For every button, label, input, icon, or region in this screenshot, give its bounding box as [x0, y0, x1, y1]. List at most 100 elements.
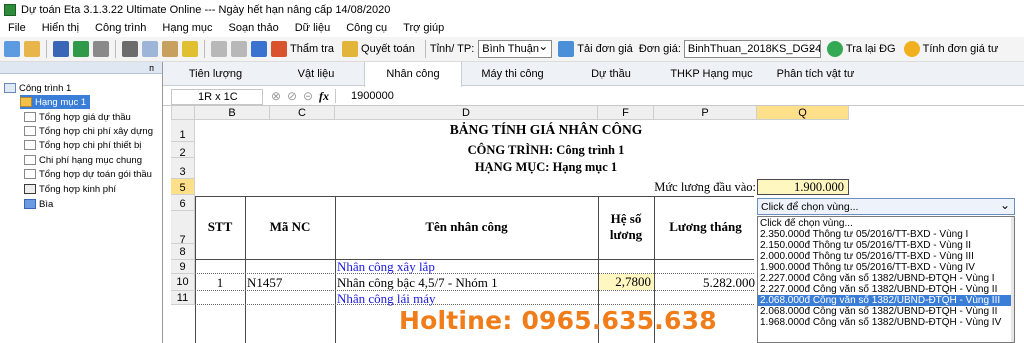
- paste-icon[interactable]: [162, 41, 178, 57]
- menu-data[interactable]: Dữ liệu: [295, 22, 331, 34]
- sum-icon[interactable]: ⊝: [303, 89, 313, 103]
- tree-item-chi-phi-thiet-bi[interactable]: Tổng hợp chi phí thiết bị: [24, 138, 141, 152]
- format-brush-icon[interactable]: [182, 41, 198, 57]
- row-header-9[interactable]: 9: [171, 260, 195, 274]
- row-header-6[interactable]: 6: [171, 195, 195, 211]
- menu-item-category[interactable]: Hạng mục: [162, 22, 212, 34]
- tree-item-du-toan-goi-thau[interactable]: Tổng hợp dự toán gói thầu: [24, 167, 152, 181]
- open-folder-icon[interactable]: [24, 41, 40, 57]
- undo-icon[interactable]: [211, 41, 227, 57]
- tab-vat-lieu[interactable]: Vật liệu: [268, 62, 364, 86]
- chevron-down-icon[interactable]: ⌄: [1000, 198, 1010, 212]
- row10-he-so[interactable]: 2,7800: [599, 274, 654, 290]
- redo-icon[interactable]: [231, 41, 247, 57]
- menu-view[interactable]: Hiển thị: [42, 22, 79, 34]
- row-header-1[interactable]: 1: [171, 120, 195, 142]
- row-header-8[interactable]: 8: [171, 244, 195, 260]
- tai-don-gia-button[interactable]: Tải đơn giá: [556, 41, 633, 57]
- table-header-bottom-border: [195, 259, 754, 260]
- print-icon[interactable]: [93, 41, 109, 57]
- toolbar-separator: [424, 40, 426, 58]
- region-option[interactable]: 1.968.000đ Công văn số 1382/UBND-ĐTQH - …: [758, 317, 1014, 328]
- column-header-f[interactable]: F: [598, 106, 654, 120]
- tree-item-kinh-phi[interactable]: Tổng hợp kinh phí: [24, 182, 116, 196]
- confirm-icon[interactable]: ⊘: [287, 89, 297, 103]
- wage-input-cell[interactable]: 1.900.000: [757, 179, 849, 195]
- menu-file[interactable]: File: [8, 22, 26, 34]
- row-header-5[interactable]: 5: [171, 179, 195, 195]
- wage-region-combobox[interactable]: Click để chọn vùng... ⌄: [757, 198, 1015, 215]
- row-header-3[interactable]: 3: [171, 158, 195, 179]
- column-header-d[interactable]: D: [335, 106, 598, 120]
- window-title: Dự toán Eta 3.1.3.22 Ultimate Online ---…: [21, 3, 391, 16]
- cancel-icon[interactable]: ⊗: [271, 89, 281, 103]
- province-select[interactable]: Bình Thuận: [478, 40, 553, 58]
- tree-item-label: Chi phí hạng mục chung: [39, 154, 142, 166]
- row-header-10[interactable]: 10: [171, 274, 195, 291]
- tree-item-gia-du-thau[interactable]: Tổng hợp giá dự thầu: [24, 110, 131, 124]
- tab-thkp-hang-muc[interactable]: THKP Hạng mục: [659, 62, 764, 86]
- tree-item-chi-phi-xay-dung[interactable]: Tổng hợp chi phí xây dựng: [24, 124, 153, 138]
- toolbar-separator: [115, 40, 116, 58]
- column-header-p[interactable]: P: [654, 106, 757, 120]
- tree-item-label: Công trình 1: [19, 82, 72, 94]
- tab-phan-tich-vat-tu[interactable]: Phân tích vật tư: [764, 62, 867, 86]
- sheet-icon: [24, 155, 36, 165]
- region-option[interactable]: 2.068.000đ Công văn số 1382/UBND-ĐTQH - …: [758, 306, 1014, 317]
- tra-lai-dg-button[interactable]: Tra lại ĐG: [825, 41, 896, 57]
- fx-icon: fx: [319, 89, 329, 103]
- copy-icon[interactable]: [142, 41, 158, 57]
- region-option[interactable]: 2.227.000đ Công văn số 1382/UBND-ĐTQH - …: [758, 273, 1014, 284]
- title-bar: Dự toán Eta 3.1.3.22 Ultimate Online ---…: [0, 0, 1024, 19]
- region-option[interactable]: 2.000.000đ Thông tư 05/2016/TT-BXD - Vùn…: [758, 251, 1014, 262]
- tree-item-label: Tổng hợp kinh phí: [39, 183, 117, 195]
- save-icon[interactable]: [53, 41, 69, 57]
- province-label: Tỉnh/ TP:: [429, 43, 475, 55]
- tab-nhan-cong[interactable]: Nhân công: [364, 62, 462, 87]
- corner-cell[interactable]: [171, 106, 195, 120]
- menu-project[interactable]: Công trình: [95, 22, 146, 34]
- quyet-toan-button[interactable]: Quyết toán: [340, 41, 415, 57]
- cut-icon[interactable]: [122, 41, 138, 57]
- table-top-border: [195, 196, 754, 197]
- forward-icon[interactable]: [251, 41, 267, 57]
- table-row-divider: [195, 273, 754, 274]
- region-option-selected[interactable]: 2.068.000đ Công văn số 1382/UBND-ĐTQH - …: [758, 295, 1014, 306]
- menu-help[interactable]: Trợ giúp: [403, 22, 444, 34]
- wage-region-list[interactable]: Click để chọn vùng... 2.350.000đ Thông t…: [757, 216, 1015, 343]
- group-row-lai-may: Nhân công lái máy: [337, 291, 436, 306]
- tree-item-chi-phi-hang-muc-chung[interactable]: Chi phí hạng mục chung: [24, 153, 142, 167]
- column-header-q[interactable]: Q: [757, 106, 849, 120]
- column-header-c[interactable]: C: [270, 106, 335, 120]
- tree-item-label: Tổng hợp chi phí xây dựng: [39, 125, 153, 137]
- menu-tools[interactable]: Công cụ: [346, 22, 387, 34]
- tham-tra-button[interactable]: Thẩm tra: [269, 41, 334, 57]
- tree-item-cong-trinh[interactable]: Công trình 1: [4, 81, 71, 95]
- new-file-icon[interactable]: [4, 41, 20, 57]
- column-header-b[interactable]: B: [195, 106, 270, 120]
- list-scrollbar[interactable]: [1011, 217, 1014, 342]
- region-option[interactable]: 2.350.000đ Thông tư 05/2016/TT-BXD - Vùn…: [758, 229, 1014, 240]
- excel-icon[interactable]: [73, 41, 89, 57]
- menu-edit[interactable]: Soạn thảo: [229, 22, 279, 34]
- region-option[interactable]: 2.150.000đ Thông tư 05/2016/TT-BXD - Vùn…: [758, 240, 1014, 251]
- tree-item-bia[interactable]: Bìa: [24, 197, 53, 211]
- formula-bar: 1R x 1C ⊗ ⊘ ⊝ fx 1900000: [163, 88, 1024, 106]
- tinh-don-gia-button[interactable]: Tính đơn giá tư: [902, 41, 998, 57]
- tab-du-thau[interactable]: Dự thầu: [563, 62, 659, 86]
- row-header-2[interactable]: 2: [171, 142, 195, 159]
- tree-item-hang-muc[interactable]: Hạng mục 1: [20, 95, 91, 109]
- region-option[interactable]: Click để chọn vùng...: [758, 218, 1014, 229]
- cell-reference-box[interactable]: 1R x 1C: [171, 89, 263, 105]
- row-header-7[interactable]: 7: [171, 211, 195, 246]
- region-option[interactable]: 1.900.000đ Thông tư 05/2016/TT-BXD - Vùn…: [758, 262, 1014, 273]
- don-gia-select[interactable]: BinhThuan_2018KS_DG2469, BinhThuan_: [683, 40, 821, 58]
- sheet-icon: [24, 112, 36, 122]
- region-option[interactable]: 2.227.000đ Công văn số 1382/UBND-ĐTQH - …: [758, 284, 1014, 295]
- toolbar-separator: [46, 40, 47, 58]
- row-header-11[interactable]: 11: [171, 291, 195, 305]
- formula-input[interactable]: 1900000: [351, 90, 394, 102]
- toolbar-separator: [204, 40, 205, 58]
- tab-may-thi-cong[interactable]: Máy thi công: [462, 62, 563, 86]
- tab-tien-luong[interactable]: Tiên lượng: [163, 62, 268, 86]
